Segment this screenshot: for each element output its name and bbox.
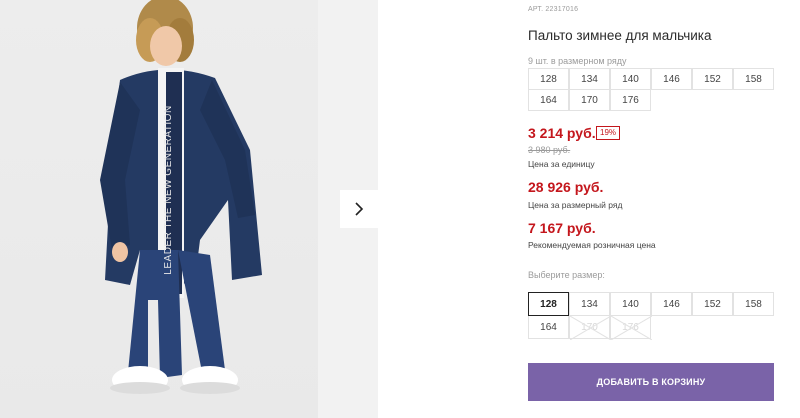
old-price: 3 980 руб. (528, 145, 571, 155)
size-option[interactable]: 158 (733, 292, 774, 316)
product-gallery: LEADER THE NEW GENERATION (0, 0, 378, 418)
size-option[interactable]: 146 (651, 292, 692, 316)
size-select-grid: 128 134 140 146 152 158 164 170 176 (528, 292, 774, 340)
size-option-unavailable: 176 (610, 315, 652, 340)
pack-size-cell: 128 (528, 68, 569, 90)
size-option[interactable]: 164 (528, 315, 569, 339)
article-number: АРТ. 22317016 (528, 6, 579, 13)
jacket-text: LEADER THE NEW GENERATION (163, 105, 174, 275)
pack-size-cell: 134 (569, 68, 610, 90)
size-option-selected[interactable]: 128 (528, 292, 569, 316)
discount-badge: 19% (596, 126, 621, 140)
unit-price-caption: Цена за единицу (528, 159, 595, 169)
pack-price-caption: Цена за размерный ряд (528, 200, 623, 210)
pack-size-cell: 152 (692, 68, 733, 90)
retail-price-caption: Рекомендуемая розничная цена (528, 240, 656, 250)
pack-info: 9 шт. в размерном ряду (528, 56, 627, 66)
size-option[interactable]: 152 (692, 292, 733, 316)
retail-price: 7 167 руб. (528, 220, 596, 236)
add-to-cart-button[interactable]: ДОБАВИТЬ В КОРЗИНУ (528, 363, 774, 401)
unavailable-cross-icon (611, 316, 652, 340)
pack-size-cell: 158 (733, 68, 774, 90)
pack-size-cell: 176 (610, 89, 651, 111)
pack-size-cell: 140 (610, 68, 651, 90)
pack-sizes-grid: 128 134 140 146 152 158 164 170 176 (528, 68, 774, 111)
size-select-label: Выберите размер: (528, 270, 605, 280)
chevron-right-icon (355, 202, 364, 216)
pack-size-cell: 170 (569, 89, 610, 111)
pack-size-cell: 164 (528, 89, 569, 111)
size-option[interactable]: 140 (610, 292, 651, 316)
unavailable-cross-icon (570, 316, 611, 340)
pack-price: 28 926 руб. (528, 179, 604, 195)
unit-price: 3 214 руб. (528, 125, 596, 141)
size-option-unavailable: 170 (569, 315, 611, 340)
pack-size-cell: 146 (651, 68, 692, 90)
product-title: Пальто зимнее для мальчика (528, 28, 712, 43)
product-photo[interactable]: LEADER THE NEW GENERATION (0, 0, 318, 418)
size-option[interactable]: 134 (569, 292, 610, 316)
next-image-button[interactable] (340, 190, 378, 228)
product-photo-illustration (100, 0, 262, 394)
